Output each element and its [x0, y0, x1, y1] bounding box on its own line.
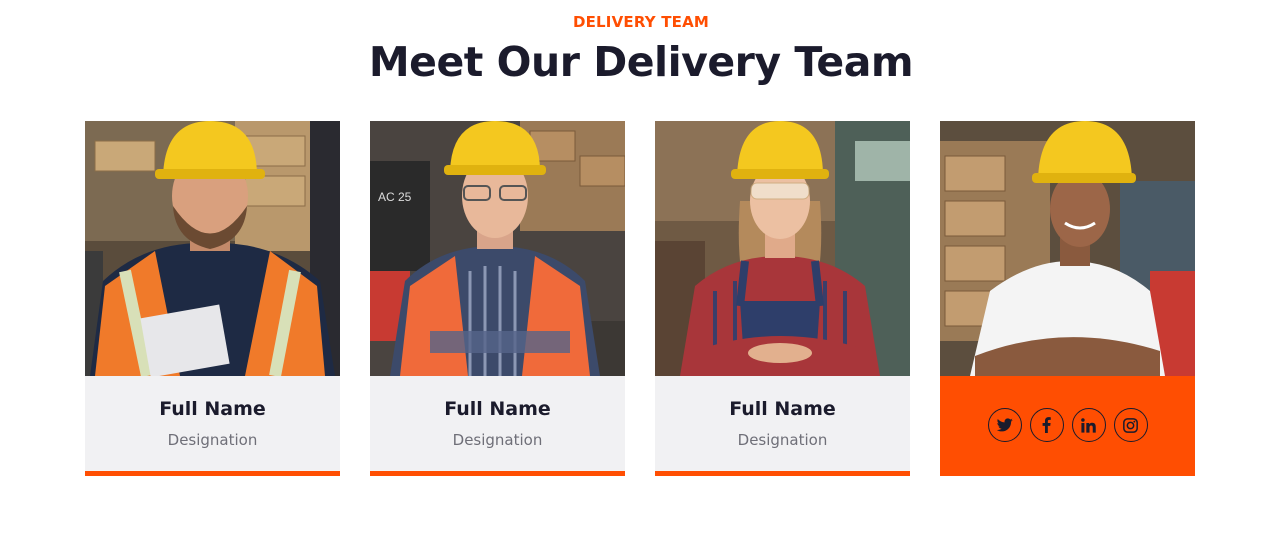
worker-glasses-man-photo: AC 25 — [370, 121, 625, 376]
member-info: Full Name Designation — [85, 376, 340, 471]
member-name: Full Name — [729, 398, 836, 420]
member-photo — [655, 121, 910, 376]
member-info: Full Name Designation — [655, 376, 910, 471]
linkedin-button[interactable] — [1071, 408, 1106, 442]
worker-bearded-man-photo — [85, 121, 340, 376]
team-section: DELIVERY TEAM Meet Our Delivery Team Ful… — [0, 0, 1282, 548]
accent-bar — [655, 471, 910, 476]
member-designation: Designation — [452, 431, 543, 449]
member-designation: Designation — [167, 431, 258, 449]
member-photo — [85, 121, 340, 376]
team-card[interactable]: Full Name Designation — [655, 121, 910, 476]
team-card[interactable]: Full Name Designation — [85, 121, 340, 476]
svg-text:AC 25: AC 25 — [378, 190, 412, 204]
member-name: Full Name — [159, 398, 266, 420]
accent-bar — [85, 471, 340, 476]
social-panel — [940, 376, 1195, 476]
twitter-button[interactable] — [987, 408, 1022, 442]
member-designation: Designation — [737, 431, 828, 449]
worker-man-white-tshirt-photo — [940, 121, 1195, 376]
instagram-icon — [1123, 417, 1138, 433]
instagram-button[interactable] — [1113, 408, 1148, 442]
member-photo — [940, 121, 1195, 376]
member-info: Full Name Designation — [370, 376, 625, 471]
team-card[interactable]: AC 25 Full Name Designation — [370, 121, 625, 476]
member-photo: AC 25 — [370, 121, 625, 376]
worker-woman-photo — [655, 121, 910, 376]
section-title: Meet Our Delivery Team — [368, 38, 914, 86]
social-links — [940, 408, 1195, 442]
linkedin-icon — [1081, 417, 1096, 433]
section-eyebrow: DELIVERY TEAM — [572, 13, 710, 31]
twitter-icon — [996, 418, 1013, 432]
team-cards: Full Name Designation AC 25 Full Name De… — [85, 121, 1195, 476]
team-card-active[interactable] — [940, 121, 1195, 476]
facebook-icon — [1042, 417, 1051, 433]
member-name: Full Name — [444, 398, 551, 420]
facebook-button[interactable] — [1029, 408, 1064, 442]
accent-bar — [370, 471, 625, 476]
